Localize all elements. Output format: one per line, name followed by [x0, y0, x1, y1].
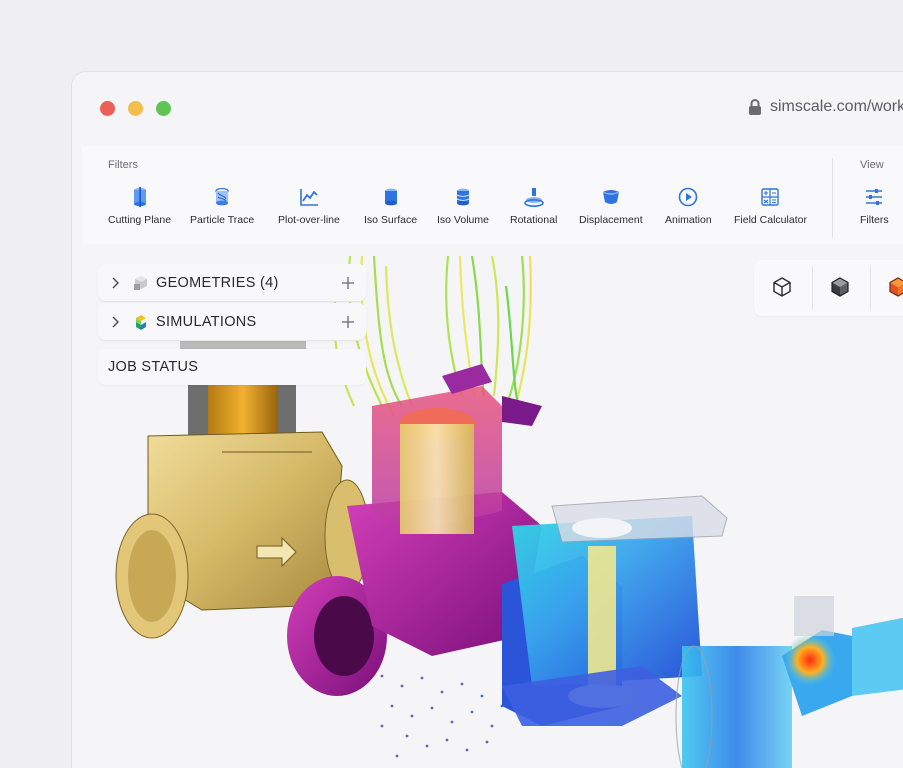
add-geometry-icon[interactable]	[340, 275, 356, 291]
filters-group-label: Filters	[108, 159, 138, 171]
iso-volume-icon	[456, 188, 470, 206]
solid-cube-icon	[831, 277, 849, 297]
tool-animation[interactable]: Animation	[665, 186, 712, 226]
chevron-right-icon[interactable]	[108, 276, 122, 290]
simulations-icon	[136, 314, 146, 330]
rotational-icon	[523, 188, 544, 208]
cutting-plane-icon	[133, 187, 146, 207]
minimize-window-button[interactable]	[128, 101, 143, 116]
3d-viewport[interactable]: GEOMETRIES (4) SIMULATIONS JOB STATUS	[82, 256, 903, 768]
model-tree: GEOMETRIES (4) SIMULATIONS JOB STATUS	[98, 264, 366, 385]
iso-surface-icon	[384, 188, 397, 206]
tool-cutting-plane[interactable]: Cutting Plane	[108, 186, 171, 226]
tool-displacement[interactable]: Displacement	[579, 186, 643, 226]
maximize-window-button[interactable]	[156, 101, 171, 116]
geometries-icon	[134, 275, 147, 290]
chevron-right-icon[interactable]	[108, 315, 122, 329]
tool-plot-over-line[interactable]: Plot-over-line	[278, 186, 340, 226]
wireframe-cube-icon	[773, 277, 791, 297]
add-simulation-icon[interactable]	[340, 314, 356, 330]
post-processing-toolbar: Filters View Cutting Plane Particle Trac…	[82, 146, 903, 244]
tool-view-filters[interactable]: Filters	[860, 186, 889, 226]
tool-rotational[interactable]: Rotational	[510, 186, 557, 226]
view-mode-selector	[754, 260, 903, 316]
displacement-icon	[602, 190, 620, 204]
view-group-label: View	[860, 159, 884, 171]
url-text: simscale.com/workbench	[770, 98, 903, 115]
tool-particle-trace[interactable]: Particle Trace	[190, 186, 254, 226]
address-bar[interactable]: simscale.com/workbench	[748, 98, 903, 116]
view-solid-button[interactable]	[812, 260, 868, 316]
results-cube-icon	[889, 277, 903, 297]
app-window: simscale.com/workbench Filters View Cutt…	[72, 72, 903, 768]
job-status-panel[interactable]: JOB STATUS	[98, 349, 366, 385]
tool-iso-volume[interactable]: Iso Volume	[437, 186, 489, 226]
cfd-flow-model	[675, 596, 903, 768]
field-calculator-icon	[761, 188, 780, 206]
tool-iso-surface[interactable]: Iso Surface	[364, 186, 417, 226]
title-bar: simscale.com/workbench	[72, 72, 903, 146]
particle-trace-icon	[215, 187, 229, 206]
tool-field-calculator[interactable]: Field Calculator	[734, 186, 807, 226]
lock-icon	[749, 99, 761, 115]
toolbar-divider	[832, 158, 833, 238]
tree-item-simulations[interactable]: SIMULATIONS	[98, 303, 366, 341]
close-window-button[interactable]	[100, 101, 115, 116]
animation-icon	[679, 187, 698, 207]
view-results-button[interactable]	[870, 260, 903, 316]
view-wireframe-button[interactable]	[754, 260, 810, 316]
sliders-icon	[866, 189, 883, 205]
plot-over-line-icon	[300, 189, 318, 206]
tree-item-geometries[interactable]: GEOMETRIES (4)	[98, 264, 366, 302]
